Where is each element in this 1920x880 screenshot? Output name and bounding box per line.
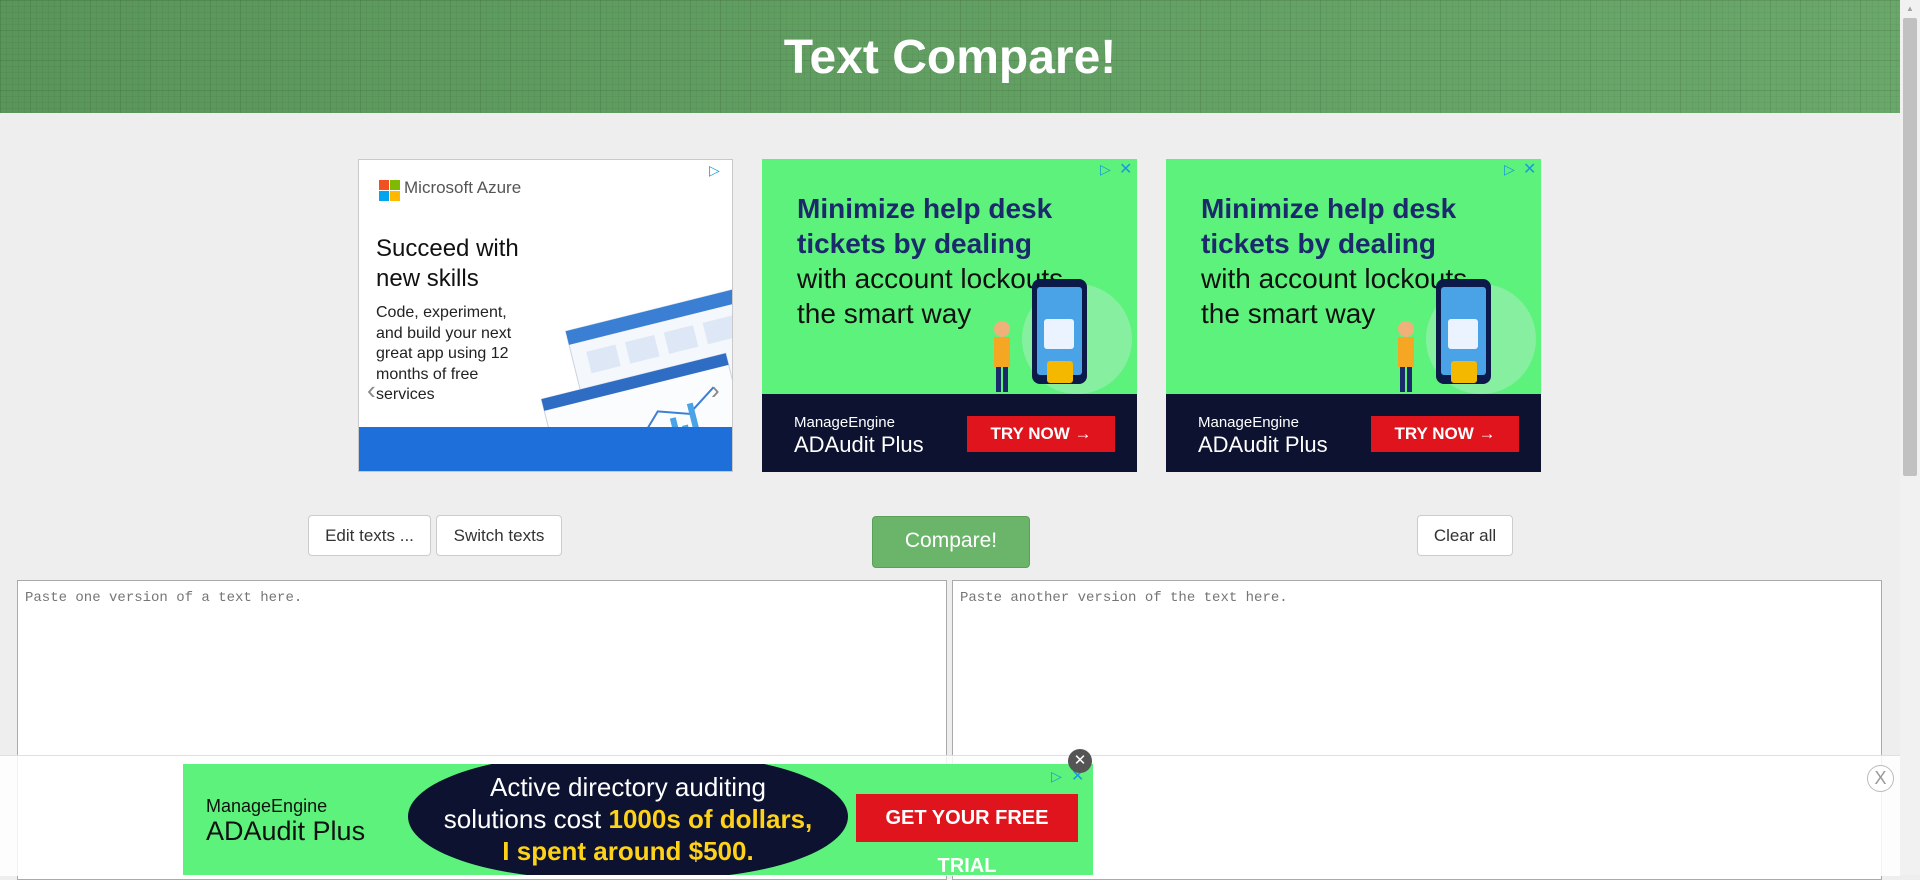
bottom-ad[interactable]: ManageEngine ADAudit Plus Active directo… (183, 764, 1093, 875)
azure-brand: Microsoft Azure (404, 178, 522, 197)
ad-footer: ManageEngine ADAudit Plus TRY NOW → (762, 394, 1137, 472)
ad-message-line-2-prefix: solutions cost (443, 804, 602, 834)
ad-brand-top: ManageEngine (794, 414, 895, 431)
bottom-bar-close-button[interactable]: X (1867, 765, 1894, 792)
ad-close-icon[interactable]: ✕ (1119, 159, 1132, 179)
bottom-ad-close-icon[interactable]: ✕ (1068, 749, 1092, 773)
manageengine-ad-2[interactable]: ▷ ✕ Minimize help desk tickets by dealin… (1166, 159, 1541, 472)
clear-all-button[interactable]: Clear all (1417, 515, 1513, 556)
carousel-prev-icon[interactable]: ‹ (367, 375, 376, 406)
phone-lock-illustration (1398, 279, 1536, 394)
adchoices-icon[interactable]: ▷ (709, 162, 720, 179)
ad-headline-bold: Minimize help desk tickets by dealing (797, 193, 1053, 259)
free-trial-button[interactable]: GET YOUR FREE TRIAL (856, 794, 1078, 875)
azure-footer-bar (359, 427, 732, 471)
ad-close-icon[interactable]: ✕ (1523, 159, 1536, 179)
adchoices-icon[interactable]: ▷ (1100, 161, 1111, 178)
ad-brand: ADAudit Plus (1198, 432, 1328, 457)
adchoices-icon[interactable]: ▷ (1051, 768, 1062, 785)
azure-body: Code, experiment, and build your next gr… (376, 304, 512, 403)
ad-brand: ADAudit Plus (206, 816, 366, 846)
ad-message-line-2: solutions cost 1000s of dollars, (408, 804, 848, 835)
try-now-button[interactable]: TRY NOW → (1371, 416, 1519, 452)
switch-texts-button[interactable]: Switch texts (436, 515, 562, 556)
ad-headline-bold: Minimize help desk tickets by dealing (1201, 193, 1457, 259)
try-now-button[interactable]: TRY NOW → (967, 416, 1115, 452)
ad-brand-top: ManageEngine (1198, 414, 1299, 431)
scroll-up-arrow-icon[interactable]: ▲ (1900, 0, 1920, 17)
edit-texts-button[interactable]: Edit texts ... (308, 515, 431, 556)
page-header: Text Compare! (0, 0, 1900, 113)
phone-lock-illustration (994, 279, 1132, 394)
ad-brand: ADAudit Plus (794, 432, 924, 457)
manageengine-ad-1[interactable]: ▷ ✕ Minimize help desk tickets by dealin… (762, 159, 1137, 472)
ad-message-line-2-highlight: 1000s of dollars, (608, 804, 813, 834)
compare-button[interactable]: Compare! (872, 516, 1030, 568)
ad-message-line-1: Active directory auditing (489, 772, 767, 802)
ad-brand-top: ManageEngine (206, 796, 328, 816)
microsoft-logo-icon (379, 180, 400, 201)
azure-headline: Succeed with new skills (376, 235, 519, 292)
ad-message-line-3: I spent around $500. (502, 836, 754, 866)
page-title: Text Compare! (783, 31, 1117, 84)
ad-footer: ManageEngine ADAudit Plus TRY NOW → (1166, 394, 1541, 472)
carousel-next-icon[interactable]: › (711, 375, 720, 406)
adchoices-icon[interactable]: ▷ (1504, 161, 1515, 178)
scrollbar-thumb[interactable] (1903, 18, 1917, 476)
azure-ad[interactable]: Microsoft Azure ▷ Succeed with new skill… (358, 159, 733, 472)
